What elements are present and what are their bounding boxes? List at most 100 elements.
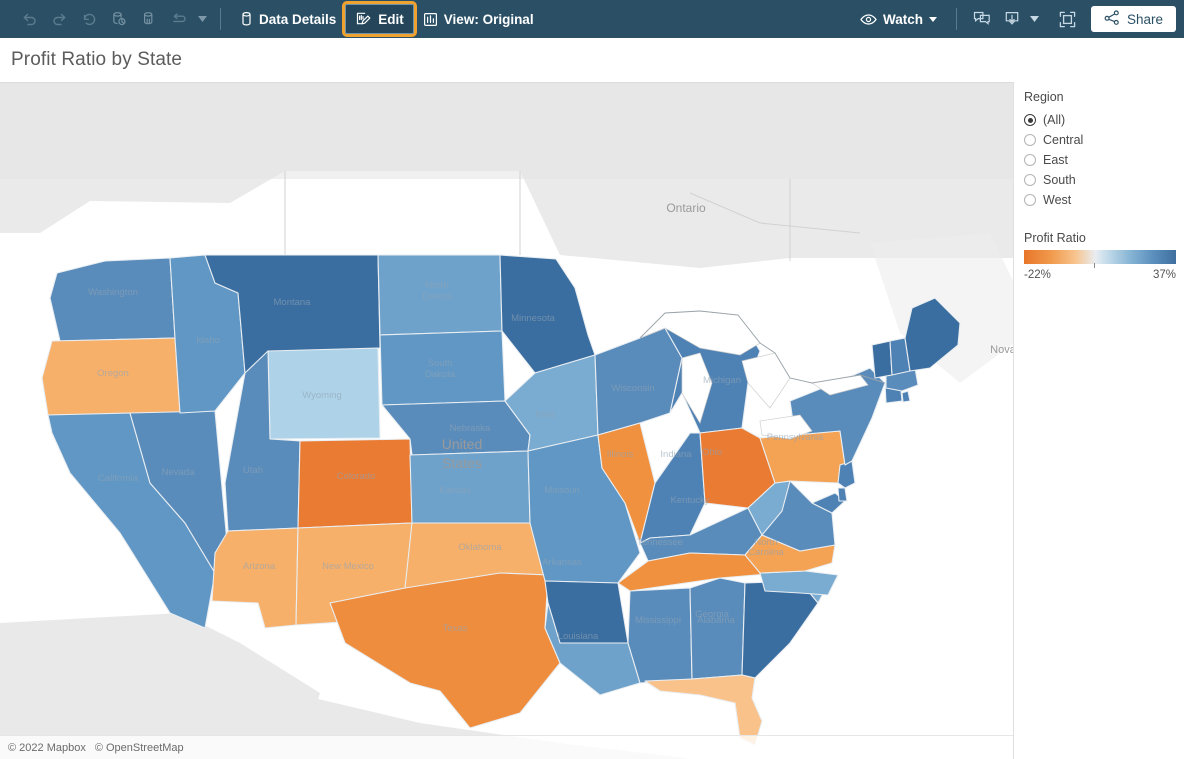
legend-gradient-bar[interactable] bbox=[1024, 250, 1176, 264]
state-label-idaho: Idaho bbox=[196, 335, 220, 346]
state-label-michigan: Michigan bbox=[703, 375, 741, 386]
watch-caret-icon bbox=[928, 16, 937, 22]
state-label-south-dakota-2: Dakota bbox=[425, 369, 456, 380]
legend-min-label: -22% bbox=[1024, 269, 1051, 281]
geo-label-united-states-1: United bbox=[442, 436, 482, 452]
map-attribution: © 2022 Mapbox © OpenStreetMap bbox=[0, 735, 1013, 759]
state-label-new-mexico: New Mexico bbox=[322, 561, 374, 572]
region-label-east: East bbox=[1043, 153, 1069, 167]
revert-icon[interactable] bbox=[74, 5, 104, 33]
region-option-all[interactable]: (All) bbox=[1024, 110, 1184, 130]
state-label-iowa: Iowa bbox=[535, 409, 556, 420]
region-label-central: Central bbox=[1043, 133, 1084, 147]
radio-icon-central[interactable] bbox=[1024, 134, 1036, 146]
radio-icon-east[interactable] bbox=[1024, 154, 1036, 166]
attribution-mapbox[interactable]: © 2022 Mapbox bbox=[8, 742, 86, 754]
view-original-button[interactable]: View: Original bbox=[414, 4, 543, 34]
state-label-colorado: Colorado bbox=[337, 471, 376, 482]
state-label-ohio: Ohio bbox=[702, 447, 722, 458]
state-label-north-dakota-2: Dakota bbox=[422, 291, 453, 302]
region-filter-title: Region bbox=[1024, 90, 1064, 104]
state-label-arkansas: Arkansas bbox=[542, 557, 582, 568]
download-caret-icon[interactable] bbox=[1027, 5, 1043, 33]
share-button[interactable]: Share bbox=[1090, 6, 1176, 32]
region-option-south[interactable]: South bbox=[1024, 170, 1184, 190]
map-container[interactable]: Ontario United States Mexico Nova Washin… bbox=[0, 82, 1014, 759]
fullscreen-icon[interactable] bbox=[1053, 5, 1083, 33]
state-mississippi bbox=[627, 587, 693, 684]
region-label-west: West bbox=[1043, 193, 1072, 207]
state-label-missouri: Missouri bbox=[544, 485, 579, 496]
watch-button[interactable]: Watch bbox=[851, 4, 946, 34]
legend-range-labels: -22% 37% bbox=[1024, 269, 1176, 281]
radio-icon-south[interactable] bbox=[1024, 174, 1036, 186]
comment-icon[interactable] bbox=[967, 5, 997, 33]
state-label-north-carolina-2: Carolina bbox=[748, 547, 784, 558]
view-original-label: View: Original bbox=[443, 11, 534, 27]
region-option-east[interactable]: East bbox=[1024, 150, 1184, 170]
auto-update-icon[interactable] bbox=[164, 5, 194, 33]
share-label: Share bbox=[1126, 11, 1163, 27]
state-label-tennessee: Tennessee bbox=[637, 537, 683, 548]
state-label-washington: Washington bbox=[88, 287, 138, 298]
state-label-north-dakota: North bbox=[425, 280, 448, 291]
state-label-louisiana: Louisiana bbox=[558, 631, 599, 642]
pause-data-icon[interactable] bbox=[134, 5, 164, 33]
toolbar-divider-1 bbox=[220, 8, 221, 30]
refresh-data-icon[interactable] bbox=[104, 5, 134, 33]
data-details-icon bbox=[240, 11, 253, 27]
geo-label-united-states-2: States bbox=[442, 455, 482, 471]
toolbar-divider-2 bbox=[955, 8, 957, 30]
radio-icon-west[interactable] bbox=[1024, 194, 1036, 206]
state-colorado bbox=[297, 438, 413, 529]
state-vermont bbox=[871, 340, 893, 379]
region-label-all: (All) bbox=[1043, 113, 1066, 127]
state-new-jersey bbox=[837, 460, 856, 489]
state-label-texas: Texas bbox=[443, 623, 468, 634]
state-label-south-dakota: South bbox=[428, 358, 453, 369]
region-label-south: South bbox=[1043, 173, 1076, 187]
undo-icon[interactable] bbox=[14, 5, 44, 33]
landmass-north bbox=[0, 83, 1013, 179]
state-label-kentucky: Kentucky bbox=[670, 495, 709, 506]
state-label-arizona: Arizona bbox=[243, 561, 276, 572]
legend-gradient-wrap bbox=[1024, 250, 1176, 268]
viz-title: Profit Ratio by State bbox=[11, 49, 183, 70]
data-details-label: Data Details bbox=[259, 11, 337, 27]
state-label-utah: Utah bbox=[243, 465, 263, 476]
legend-title: Profit Ratio bbox=[1024, 231, 1086, 245]
state-rhode-island bbox=[901, 390, 911, 403]
redo-icon[interactable] bbox=[44, 5, 74, 33]
edit-button[interactable]: Edit bbox=[342, 1, 417, 37]
watch-label: Watch bbox=[882, 11, 923, 27]
state-label-pennsylvania: Pennsylvania bbox=[767, 432, 824, 443]
state-label-wisconsin: Wisconsin bbox=[611, 383, 654, 394]
share-icon bbox=[1104, 10, 1120, 28]
state-label-wyoming: Wyoming bbox=[302, 390, 342, 401]
state-label-minnesota: Minnesota bbox=[511, 313, 556, 324]
choropleth-map[interactable]: Ontario United States Mexico Nova Washin… bbox=[0, 83, 1014, 759]
edit-label: Edit bbox=[378, 11, 404, 27]
data-details-button[interactable]: Data Details bbox=[231, 4, 345, 34]
state-label-nebraska: Nebraska bbox=[450, 423, 491, 434]
state-label-montana: Montana bbox=[274, 297, 312, 308]
state-washington bbox=[49, 257, 176, 342]
state-south-carolina bbox=[759, 570, 839, 596]
state-alabama bbox=[689, 577, 746, 680]
state-label-illinois: Illinois bbox=[607, 449, 634, 460]
radio-icon-all[interactable] bbox=[1024, 114, 1036, 126]
geo-label-nova-scotia: Nova bbox=[990, 344, 1014, 356]
region-option-central[interactable]: Central bbox=[1024, 130, 1184, 150]
region-option-west[interactable]: West bbox=[1024, 190, 1184, 210]
state-label-nevada: Nevada bbox=[162, 467, 195, 478]
download-icon[interactable] bbox=[997, 5, 1027, 33]
state-label-california: California bbox=[98, 473, 139, 484]
state-label-mississippi: Mississippi bbox=[635, 615, 681, 626]
viz-body: Ontario United States Mexico Nova Washin… bbox=[0, 82, 1184, 759]
edit-pencil-icon bbox=[355, 11, 372, 28]
view-bars-icon bbox=[423, 12, 438, 27]
app-toolbar: Data Details Edit View: Original Watch S… bbox=[0, 0, 1184, 38]
attribution-osm[interactable]: © OpenStreetMap bbox=[95, 742, 184, 754]
auto-update-dropdown-caret-icon[interactable] bbox=[194, 5, 210, 33]
state-delaware bbox=[837, 487, 848, 502]
